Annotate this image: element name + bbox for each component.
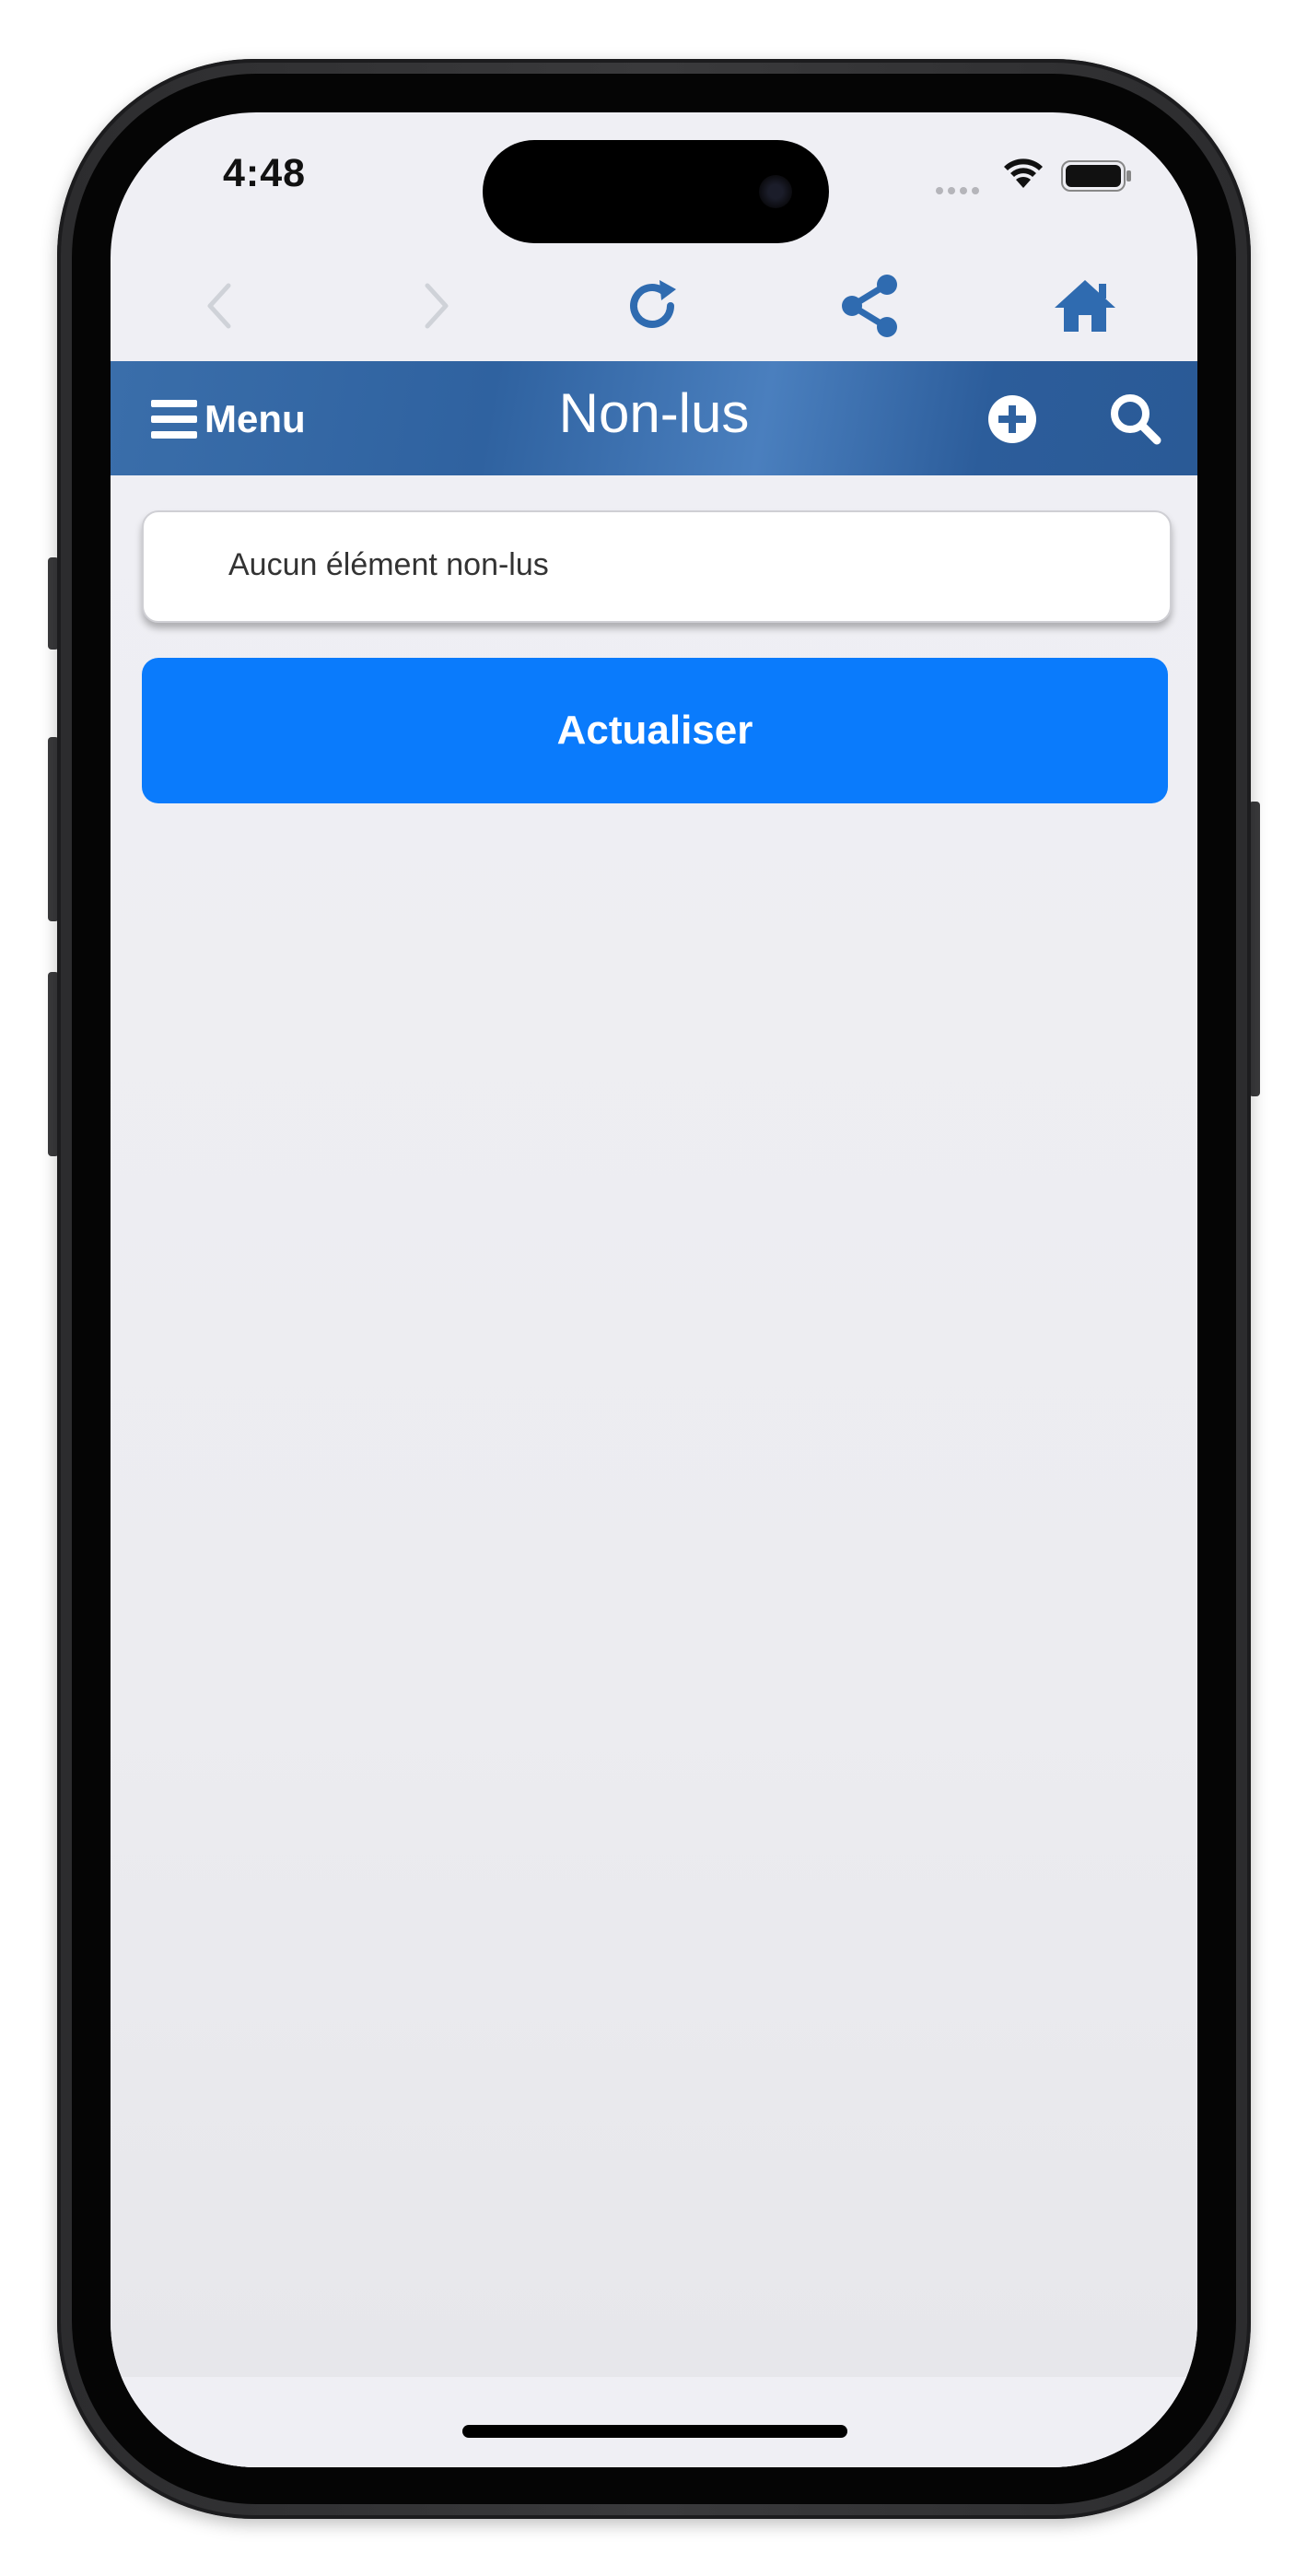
empty-message-card: Aucun élément non-lus [142,510,1172,623]
cellular-signal-icon [936,182,991,194]
reload-button[interactable] [615,269,689,343]
refresh-button[interactable]: Actualiser [142,658,1168,803]
dynamic-island [483,140,829,243]
menu-button[interactable]: Menu [151,394,306,444]
battery-icon [1061,160,1131,192]
share-icon [842,275,897,337]
bottom-bar [111,2377,1197,2467]
status-bar: 4:48 [111,112,1197,243]
device-stage: 4:48 Menu Non-lus Aucun élément non-lus … [0,0,1307,2576]
search-button[interactable] [1105,389,1166,450]
add-button[interactable] [982,389,1043,450]
menu-label: Menu [204,397,306,440]
back-button[interactable] [182,269,256,343]
chevron-right-icon [425,283,449,329]
hamburger-icon [151,400,197,439]
front-camera [759,175,792,208]
chevron-left-icon [207,283,231,329]
plus-circle-icon [988,395,1036,443]
home-indicator[interactable] [462,2425,847,2438]
home-button[interactable] [1048,269,1122,343]
browser-toolbar [111,249,1197,365]
page-title: Non-lus [558,382,750,444]
home-icon [1055,280,1115,332]
status-time: 4:48 [223,151,307,195]
search-icon [1111,394,1161,445]
wifi-icon [1004,158,1043,188]
forward-button[interactable] [400,269,473,343]
phone-screen: 4:48 Menu Non-lus Aucun élément non-lus … [111,112,1197,2467]
empty-message-text: Aucun élément non-lus [228,547,549,582]
reload-icon [630,280,676,328]
share-button[interactable] [833,269,906,343]
app-header: Menu Non-lus [111,361,1197,475]
